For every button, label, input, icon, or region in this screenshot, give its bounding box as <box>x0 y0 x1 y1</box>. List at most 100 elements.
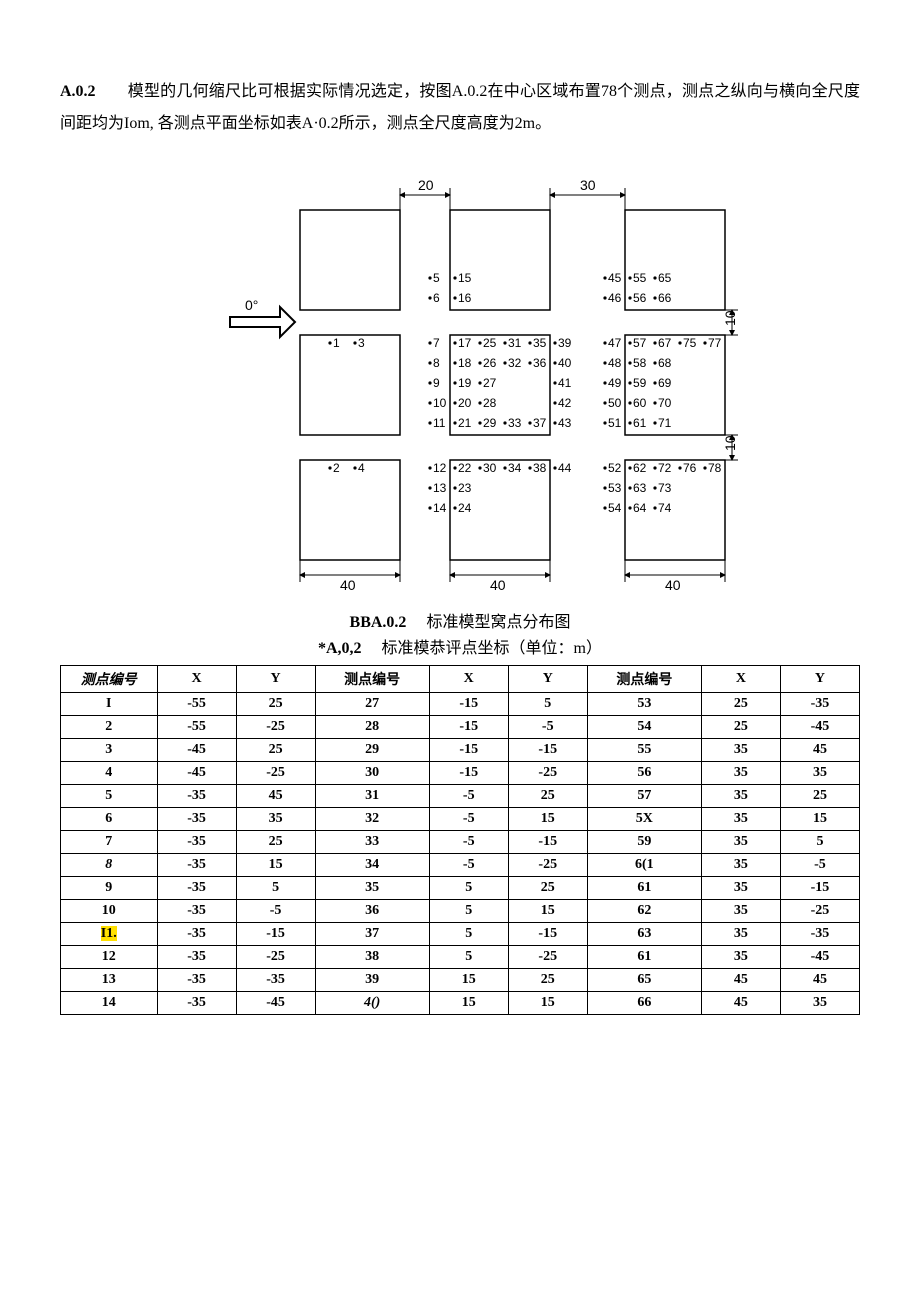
svg-text:7: 7 <box>433 336 440 350</box>
table-row: 6-353532-5155X3515 <box>61 808 860 831</box>
hdr-y-1: Y <box>236 666 315 693</box>
table-cell: 15 <box>508 992 587 1015</box>
svg-text:53: 53 <box>608 481 622 495</box>
table-cell: -5 <box>429 831 508 854</box>
table-cell: 7 <box>61 831 158 854</box>
table-cell: -5 <box>429 854 508 877</box>
table-cell: 32 <box>315 808 429 831</box>
table-row: I1.-35-15375-156335-35 <box>61 923 860 946</box>
table-cell: -35 <box>780 693 859 716</box>
hdr-y-2: Y <box>508 666 587 693</box>
table-cell: 35 <box>236 808 315 831</box>
svg-text:39: 39 <box>558 336 572 350</box>
svg-text:52: 52 <box>608 461 622 475</box>
table-cell: 15 <box>429 992 508 1015</box>
table-cell: 35 <box>780 762 859 785</box>
table-cell: -35 <box>157 969 236 992</box>
table-cell: -15 <box>508 923 587 946</box>
svg-text:62: 62 <box>633 461 647 475</box>
table-cell: 35 <box>701 739 780 762</box>
svg-text:77: 77 <box>708 336 722 350</box>
table-cell: 45 <box>236 785 315 808</box>
svg-text:47: 47 <box>608 336 622 350</box>
svg-text:70: 70 <box>658 396 672 410</box>
dim-bottom-2: 40 <box>490 577 506 593</box>
svg-text:18: 18 <box>458 356 472 370</box>
table-prefix: *A,0,2 <box>318 640 362 657</box>
svg-text:34: 34 <box>508 461 522 475</box>
paragraph-text: 模型的几何缩尺比可根据实际情况选定，按图A.0.2在中心区域布置78个测点，测点… <box>60 83 860 132</box>
table-cell: 38 <box>315 946 429 969</box>
table-cell: 35 <box>701 762 780 785</box>
table-cell: -15 <box>429 739 508 762</box>
dim-right-1: 10 <box>722 310 738 326</box>
table-row: 5-354531-525573525 <box>61 785 860 808</box>
svg-text:61: 61 <box>633 416 647 430</box>
table-row: 7-352533-5-1559355 <box>61 831 860 854</box>
svg-text:45: 45 <box>608 271 622 285</box>
svg-text:49: 49 <box>608 376 622 390</box>
table-cell: 6(1 <box>587 854 701 877</box>
table-cell: 5 <box>508 693 587 716</box>
table-cell: 35 <box>701 877 780 900</box>
table-cell: -15 <box>780 877 859 900</box>
svg-text:76: 76 <box>683 461 697 475</box>
table-cell: 30 <box>315 762 429 785</box>
svg-text:54: 54 <box>608 501 622 515</box>
table-cell: 28 <box>315 716 429 739</box>
table-cell: -45 <box>157 739 236 762</box>
table-cell: 15 <box>780 808 859 831</box>
table-cell: 15 <box>508 900 587 923</box>
svg-text:5: 5 <box>433 271 440 285</box>
svg-text:1: 1 <box>333 336 340 350</box>
table-cell: -25 <box>508 854 587 877</box>
table-cell: 35 <box>701 785 780 808</box>
table-cell: -45 <box>236 992 315 1015</box>
table-cell: 35 <box>780 992 859 1015</box>
svg-text:21: 21 <box>458 416 472 430</box>
table-cell: 5 <box>429 923 508 946</box>
figure-prefix: BBA.0.2 <box>350 614 407 631</box>
svg-text:28: 28 <box>483 396 497 410</box>
table-cell: 63 <box>587 923 701 946</box>
table-cell: 54 <box>587 716 701 739</box>
svg-text:23: 23 <box>458 481 472 495</box>
svg-text:32: 32 <box>508 356 522 370</box>
table-cell: -15 <box>508 739 587 762</box>
hdr-y-3: Y <box>780 666 859 693</box>
table-cell: 35 <box>701 946 780 969</box>
table-cell: 45 <box>701 969 780 992</box>
table-cell: 35 <box>701 900 780 923</box>
zero-degree-label: 0° <box>245 297 258 313</box>
svg-text:38: 38 <box>533 461 547 475</box>
svg-text:9: 9 <box>433 376 440 390</box>
table-title: 标准模恭评点坐标（单位：m） <box>382 640 602 657</box>
table-cell: 35 <box>701 854 780 877</box>
table-cell: -45 <box>780 946 859 969</box>
table-cell: 35 <box>701 923 780 946</box>
svg-text:74: 74 <box>658 501 672 515</box>
table-cell: 5 <box>429 946 508 969</box>
body-paragraph: A.0.2 模型的几何缩尺比可根据实际情况选定，按图A.0.2在中心区域布置78… <box>60 76 860 140</box>
svg-text:10: 10 <box>433 396 447 410</box>
table-cell: 5 <box>236 877 315 900</box>
table-cell: 15 <box>429 969 508 992</box>
table-cell: -35 <box>157 992 236 1015</box>
table-cell: 25 <box>236 693 315 716</box>
table-cell: 5X <box>587 808 701 831</box>
svg-text:64: 64 <box>633 501 647 515</box>
table-cell: 59 <box>587 831 701 854</box>
table-cell: I1. <box>61 923 158 946</box>
table-cell: 31 <box>315 785 429 808</box>
svg-text:4: 4 <box>358 461 365 475</box>
table-cell: -25 <box>236 716 315 739</box>
table-cell: 6 <box>61 808 158 831</box>
svg-text:78: 78 <box>708 461 722 475</box>
svg-text:37: 37 <box>533 416 547 430</box>
table-cell: 56 <box>587 762 701 785</box>
svg-text:8: 8 <box>433 356 440 370</box>
svg-text:44: 44 <box>558 461 572 475</box>
table-cell: 4 <box>61 762 158 785</box>
table-cell: 61 <box>587 877 701 900</box>
table-cell: 57 <box>587 785 701 808</box>
